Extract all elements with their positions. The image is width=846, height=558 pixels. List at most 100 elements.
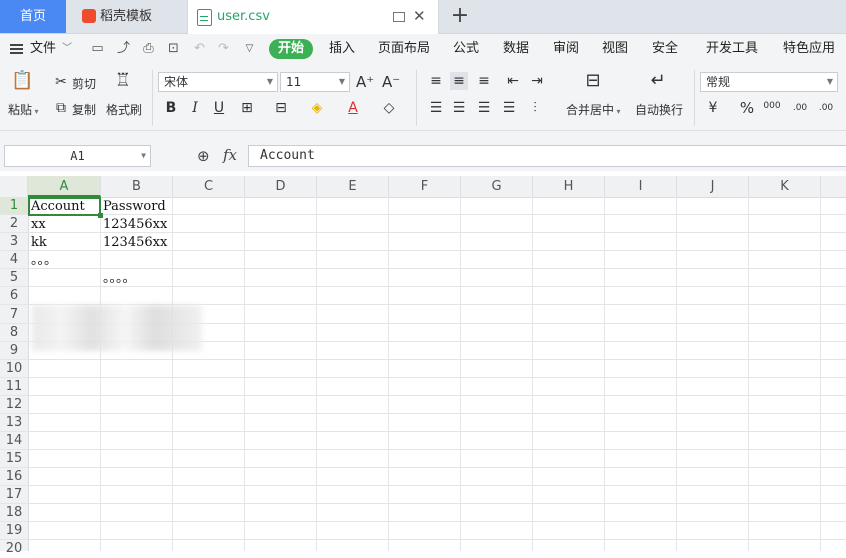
column-header-c[interactable]: C (173, 176, 245, 197)
row-header-7[interactable]: 7 (0, 305, 28, 324)
formula-input[interactable]: Account (248, 145, 846, 167)
wrap-text-icon[interactable]: ↵ (649, 72, 667, 90)
row-header-5[interactable]: 5 (0, 269, 28, 287)
row-header-17[interactable]: 17 (0, 486, 28, 504)
menu-developer-tools[interactable]: 开发工具 (706, 34, 758, 64)
row-header-6[interactable]: 6 (0, 287, 28, 305)
print-icon[interactable]: ⎙ (141, 41, 156, 56)
zoom-find-icon[interactable]: ⊕ (197, 147, 210, 165)
column-header-i[interactable]: I (605, 176, 677, 197)
menu-special-apps[interactable]: 特色应用 (783, 34, 835, 64)
number-format-select[interactable]: 常规 ▼ (700, 72, 838, 92)
font-size-select[interactable]: 11 ▼ (280, 72, 350, 92)
paste-icon[interactable]: 📋 (11, 72, 33, 90)
justify-icon[interactable]: ☰ (500, 99, 518, 117)
decrease-decimal-button[interactable]: .00 (816, 99, 836, 117)
menu-page-layout[interactable]: 页面布局 (378, 34, 430, 64)
cell-a3[interactable]: kk (28, 234, 47, 252)
row-header-12[interactable]: 12 (0, 396, 28, 414)
cell-b5[interactable]: 。。。。 (100, 270, 136, 288)
font-name-select[interactable]: 宋体 ▼ (158, 72, 278, 92)
cell-style-icon[interactable]: ⊟ (272, 99, 290, 117)
column-header-f[interactable]: F (389, 176, 461, 197)
align-center-icon[interactable]: ☰ (450, 99, 468, 117)
thousands-separator-button[interactable]: 000 (762, 97, 782, 115)
menu-data[interactable]: 数据 (503, 34, 529, 64)
increase-indent-icon[interactable]: ⇥ (528, 72, 546, 90)
row-header-13[interactable]: 13 (0, 414, 28, 432)
export-icon[interactable]: ⤴ (116, 41, 131, 56)
restore-window-icon[interactable] (393, 12, 405, 22)
cut-button[interactable]: 剪切 (72, 75, 96, 92)
column-header-b[interactable]: B (101, 176, 173, 197)
column-header-a[interactable]: A (28, 176, 101, 197)
customize-quick-access-icon[interactable]: ▽ (242, 41, 257, 56)
copy-button[interactable]: 复制 (72, 101, 96, 118)
tab-home[interactable]: 首页 (0, 0, 66, 33)
distributed-align-icon[interactable]: ⫶ (526, 99, 544, 117)
align-middle-icon[interactable]: ≡ (450, 72, 468, 90)
menu-review[interactable]: 审阅 (553, 34, 579, 64)
paste-button[interactable]: 粘贴 ▾ (8, 101, 39, 118)
column-header-k[interactable]: K (749, 176, 821, 197)
row-header-20[interactable]: 20 (0, 540, 28, 558)
menu-file[interactable]: 文件 ﹀ (10, 34, 74, 64)
row-header-10[interactable]: 10 (0, 360, 28, 378)
insert-function-button[interactable]: fx (223, 146, 237, 164)
currency-icon[interactable]: ¥ (704, 99, 722, 117)
row-header-14[interactable]: 14 (0, 432, 28, 450)
clear-format-icon[interactable]: ◇ (380, 99, 398, 117)
row-header-19[interactable]: 19 (0, 522, 28, 540)
merge-center-button[interactable]: 合并居中 ▾ (566, 101, 621, 118)
column-header-e[interactable]: E (317, 176, 389, 197)
print-preview-icon[interactable]: ⊡ (166, 41, 181, 56)
merge-center-icon[interactable]: ⊟ (584, 72, 602, 90)
increase-font-icon[interactable]: A⁺ (356, 73, 374, 91)
column-header-h[interactable]: H (533, 176, 605, 197)
name-box[interactable]: A1 ▼ (4, 145, 151, 167)
row-header-3[interactable]: 3 (0, 233, 28, 251)
align-left-icon[interactable]: ☰ (427, 99, 445, 117)
active-cell-selection[interactable] (28, 197, 103, 218)
cell-area[interactable]: Account Password xx 123456xx kk 123456xx… (28, 197, 846, 551)
increase-decimal-button[interactable]: .00 (790, 99, 810, 117)
spreadsheet-grid[interactable]: A B C D E F G H I J K 1 2 3 4 5 6 7 8 9 … (0, 176, 846, 556)
column-header-j[interactable]: J (677, 176, 749, 197)
row-header-16[interactable]: 16 (0, 468, 28, 486)
underline-button[interactable]: U (210, 99, 228, 117)
select-all-corner[interactable] (0, 176, 28, 197)
save-icon[interactable]: ▭ (90, 41, 105, 56)
menu-formulas[interactable]: 公式 (453, 34, 479, 64)
fill-color-icon[interactable]: ◈ (308, 99, 326, 117)
tab-user-csv[interactable]: user.csv ✕ (187, 0, 439, 34)
redo-icon[interactable]: ↷ (216, 41, 231, 56)
font-color-button[interactable]: A (344, 99, 362, 117)
column-header-g[interactable]: G (461, 176, 533, 197)
menu-security[interactable]: 安全 (652, 34, 678, 64)
row-header-9[interactable]: 9 (0, 342, 28, 360)
column-header-d[interactable]: D (245, 176, 317, 197)
align-right-icon[interactable]: ☰ (475, 99, 493, 117)
cell-b3[interactable]: 123456xx (100, 234, 167, 252)
row-header-11[interactable]: 11 (0, 378, 28, 396)
menu-insert[interactable]: 插入 (329, 34, 355, 64)
tab-template[interactable]: 稻壳模板 (70, 0, 183, 33)
row-header-15[interactable]: 15 (0, 450, 28, 468)
close-tab-icon[interactable]: ✕ (413, 0, 426, 33)
percent-button[interactable]: % (738, 99, 756, 117)
row-header-4[interactable]: 4 (0, 251, 28, 269)
menu-start[interactable]: 开始 (269, 39, 313, 59)
align-top-icon[interactable]: ≡ (427, 72, 445, 90)
row-header-2[interactable]: 2 (0, 215, 28, 233)
decrease-indent-icon[interactable]: ⇤ (504, 72, 522, 90)
row-header-1[interactable]: 1 (0, 197, 28, 215)
undo-icon[interactable]: ↶ (192, 41, 207, 56)
row-header-18[interactable]: 18 (0, 504, 28, 522)
cell-b2[interactable]: 123456xx (100, 216, 167, 234)
italic-button[interactable]: I (186, 99, 204, 117)
menu-view[interactable]: 视图 (602, 34, 628, 64)
cell-a4[interactable]: 。。。 (28, 252, 57, 270)
align-bottom-icon[interactable]: ≡ (475, 72, 493, 90)
cell-b1[interactable]: Password (100, 198, 166, 216)
wrap-text-button[interactable]: 自动换行 (635, 101, 683, 118)
